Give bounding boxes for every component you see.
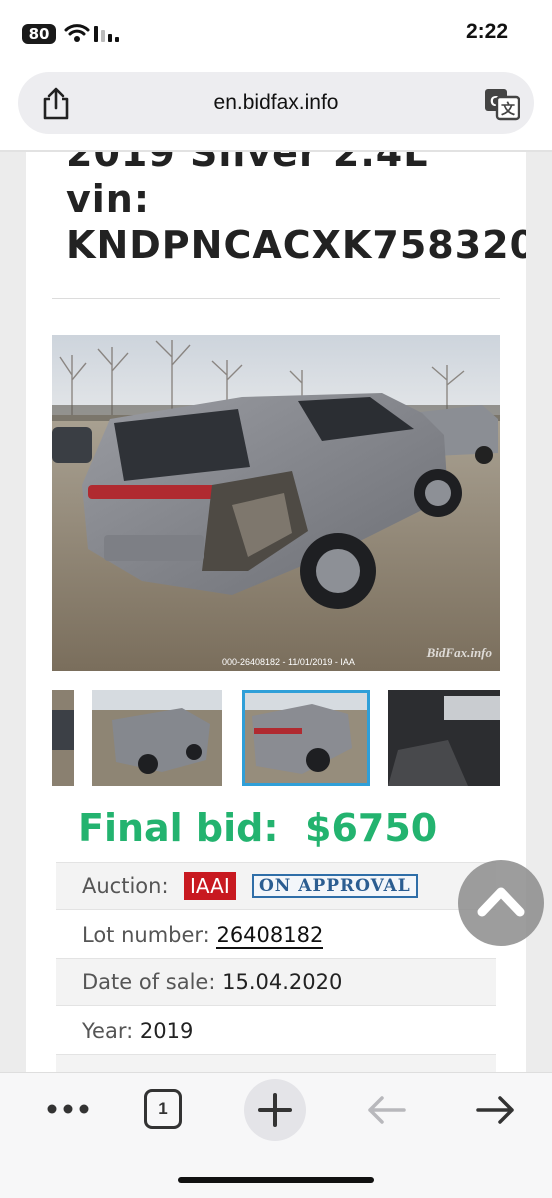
photo-brand-watermark: BidFax.info [426, 645, 492, 660]
home-indicator [178, 1177, 374, 1183]
thumbnail-strip [52, 690, 500, 786]
forward-arrow-icon[interactable] [474, 1093, 518, 1127]
date-row: Date of sale: 15.04.2020 [56, 958, 496, 1006]
title-line: KNDPNCACXK758320 [66, 223, 526, 267]
date-value: 15.04.2020 [222, 970, 343, 994]
auction-label: Auction: [82, 874, 169, 898]
year-value: 2019 [139, 1019, 194, 1043]
more-icon[interactable] [46, 1103, 90, 1115]
page-title: 2019 Silver 2.4L vin: KNDPNCACXK758320 [66, 152, 526, 268]
year-row: Year: 2019 [56, 1008, 496, 1054]
listing-card: 2019 Silver 2.4L vin: KNDPNCACXK758320 0… [26, 152, 526, 1072]
final-bid-value: $6750 [305, 806, 438, 850]
signal-icon [94, 26, 119, 42]
new-tab-button[interactable] [244, 1079, 306, 1141]
status-badge: ON APPROVAL [252, 874, 418, 898]
thumbnail[interactable] [92, 690, 222, 786]
browser-toolbar: 1 [0, 1072, 552, 1198]
final-bid: Final bid: $6750 [78, 806, 437, 850]
main-photo[interactable]: 000-26408182 - 11/01/2019 - IAA BidFax.i… [52, 335, 500, 671]
thumbnail[interactable] [52, 690, 74, 786]
thumbnail-active[interactable] [242, 690, 370, 786]
next-row [56, 1054, 496, 1072]
final-bid-label: Final bid: [78, 806, 279, 850]
date-label: Date of sale: [82, 970, 216, 994]
scroll-top-button[interactable] [458, 860, 544, 946]
car-photo-image [52, 335, 500, 671]
plus-icon [258, 1093, 292, 1127]
auction-row: Auction: IAAI ON APPROVAL [56, 862, 496, 910]
title-line: 2019 Silver 2.4L [66, 152, 429, 175]
address-bar[interactable]: en.bidfax.info G 文 [18, 72, 534, 134]
lot-row: Lot number: 26408182 [56, 912, 496, 958]
svg-text:文: 文 [501, 101, 516, 118]
wifi-icon [64, 24, 90, 42]
thumbnail[interactable] [388, 690, 500, 786]
title-line: vin: [66, 177, 151, 221]
lot-number-link[interactable]: 26408182 [216, 923, 324, 949]
tabs-icon[interactable]: 1 [144, 1089, 182, 1129]
status-bar: 80 2:22 [0, 0, 552, 66]
translate-icon[interactable]: G 文 [484, 86, 520, 122]
photo-watermark: 000-26408182 - 11/01/2019 - IAA [222, 657, 355, 667]
clock: 2:22 [465, 20, 508, 43]
divider [52, 298, 500, 299]
chevron-up-icon [477, 887, 525, 917]
battery-indicator: 80 [22, 24, 56, 44]
back-arrow-icon[interactable] [364, 1093, 408, 1127]
year-label: Year: [82, 1019, 134, 1043]
auction-badge: IAAI [184, 872, 236, 900]
url-text[interactable]: en.bidfax.info [18, 91, 534, 115]
lot-label: Lot number: [82, 923, 210, 947]
web-page: 2019 Silver 2.4L vin: KNDPNCACXK758320 0… [0, 152, 552, 1072]
